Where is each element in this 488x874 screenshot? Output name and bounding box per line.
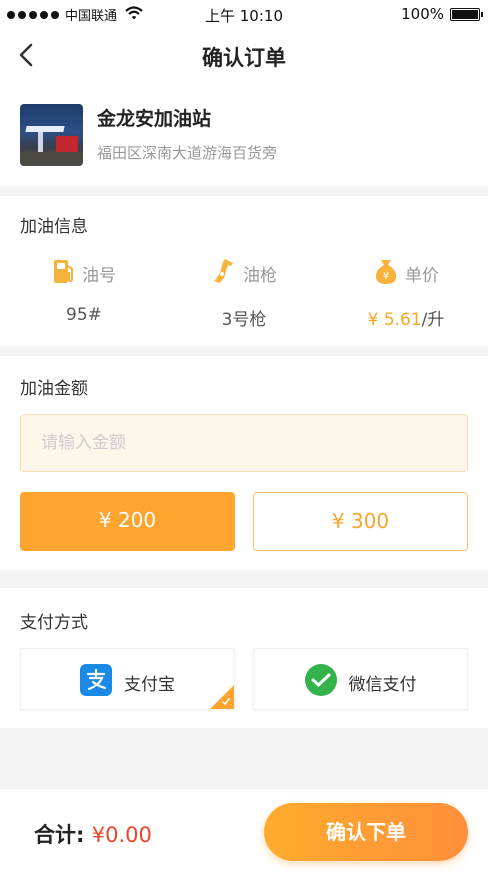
alipay-option[interactable]: 支付宝	[20, 648, 235, 710]
section-title: 加油金额	[20, 379, 88, 399]
unit-price-value: ¥ 5.61/升	[326, 305, 486, 330]
total: 合计: ¥0.00	[34, 819, 152, 849]
station-card: 金龙安加油站 福田区深南大道游海百货旁	[0, 84, 488, 186]
battery-icon	[450, 7, 483, 21]
total-value: ¥0.00	[91, 823, 152, 847]
page-title: 确认订单	[202, 46, 286, 70]
fuel-grade-label: 油号	[82, 265, 116, 286]
amount-300-button[interactable]: ¥ 300	[253, 492, 468, 551]
wechat-pay-label: 微信支付	[348, 675, 417, 695]
nozzle-item: 油枪 3号枪	[164, 258, 324, 330]
battery-percent: 100%	[401, 5, 444, 23]
amount-200-button[interactable]: ¥ 200	[20, 492, 235, 551]
nozzle-label: 油枪	[243, 265, 277, 286]
station-name: 金龙安加油站	[97, 108, 212, 130]
price-amount: ¥ 5.61	[367, 310, 422, 330]
amount-input[interactable]: 请输入金额	[20, 414, 468, 472]
amount-section: 加油金额 请输入金额 ¥ 200 ¥ 300	[0, 356, 488, 570]
money-bag-icon: ¥	[373, 257, 399, 289]
check-icon	[221, 698, 231, 706]
station-photo	[20, 104, 83, 166]
alipay-label: 支付宝	[124, 675, 175, 695]
wechat-pay-icon	[304, 664, 337, 701]
price-unit: /升	[421, 310, 445, 330]
alipay-icon	[80, 664, 112, 701]
fuel-grade-item: 油号 95#	[4, 258, 164, 325]
nozzle-value: 3号枪	[221, 310, 267, 330]
status-bar: 中国联通 上午 10:10 100%	[0, 0, 488, 28]
fuel-info-section: 加油信息 油号 95# 油枪 3号枪 ¥ 单价 ¥ 5.61/升	[0, 196, 488, 346]
status-right: 100%	[401, 5, 483, 23]
section-title: 支付方式	[20, 613, 88, 633]
station-address: 福田区深南大道游海百货旁	[97, 144, 278, 162]
submit-order-button[interactable]: 确认下单	[264, 803, 468, 861]
fuel-pump-icon	[52, 257, 76, 289]
fuel-grade-value: 95#	[66, 305, 102, 325]
bottom-bar: 合计: ¥0.00 确认下单	[0, 788, 488, 874]
wechat-pay-option[interactable]: 微信支付	[253, 648, 468, 710]
unit-price-label: 单价	[405, 265, 439, 286]
section-title: 加油信息	[20, 217, 88, 237]
nav-bar: 确认订单	[0, 28, 488, 84]
payment-section: 支付方式 支付宝 微信支付	[0, 588, 488, 728]
unit-price-item: ¥ 单价 ¥ 5.61/升	[326, 258, 486, 330]
fuel-nozzle-icon	[211, 257, 237, 289]
svg-text:¥: ¥	[383, 271, 389, 282]
total-label: 合计:	[34, 823, 92, 847]
